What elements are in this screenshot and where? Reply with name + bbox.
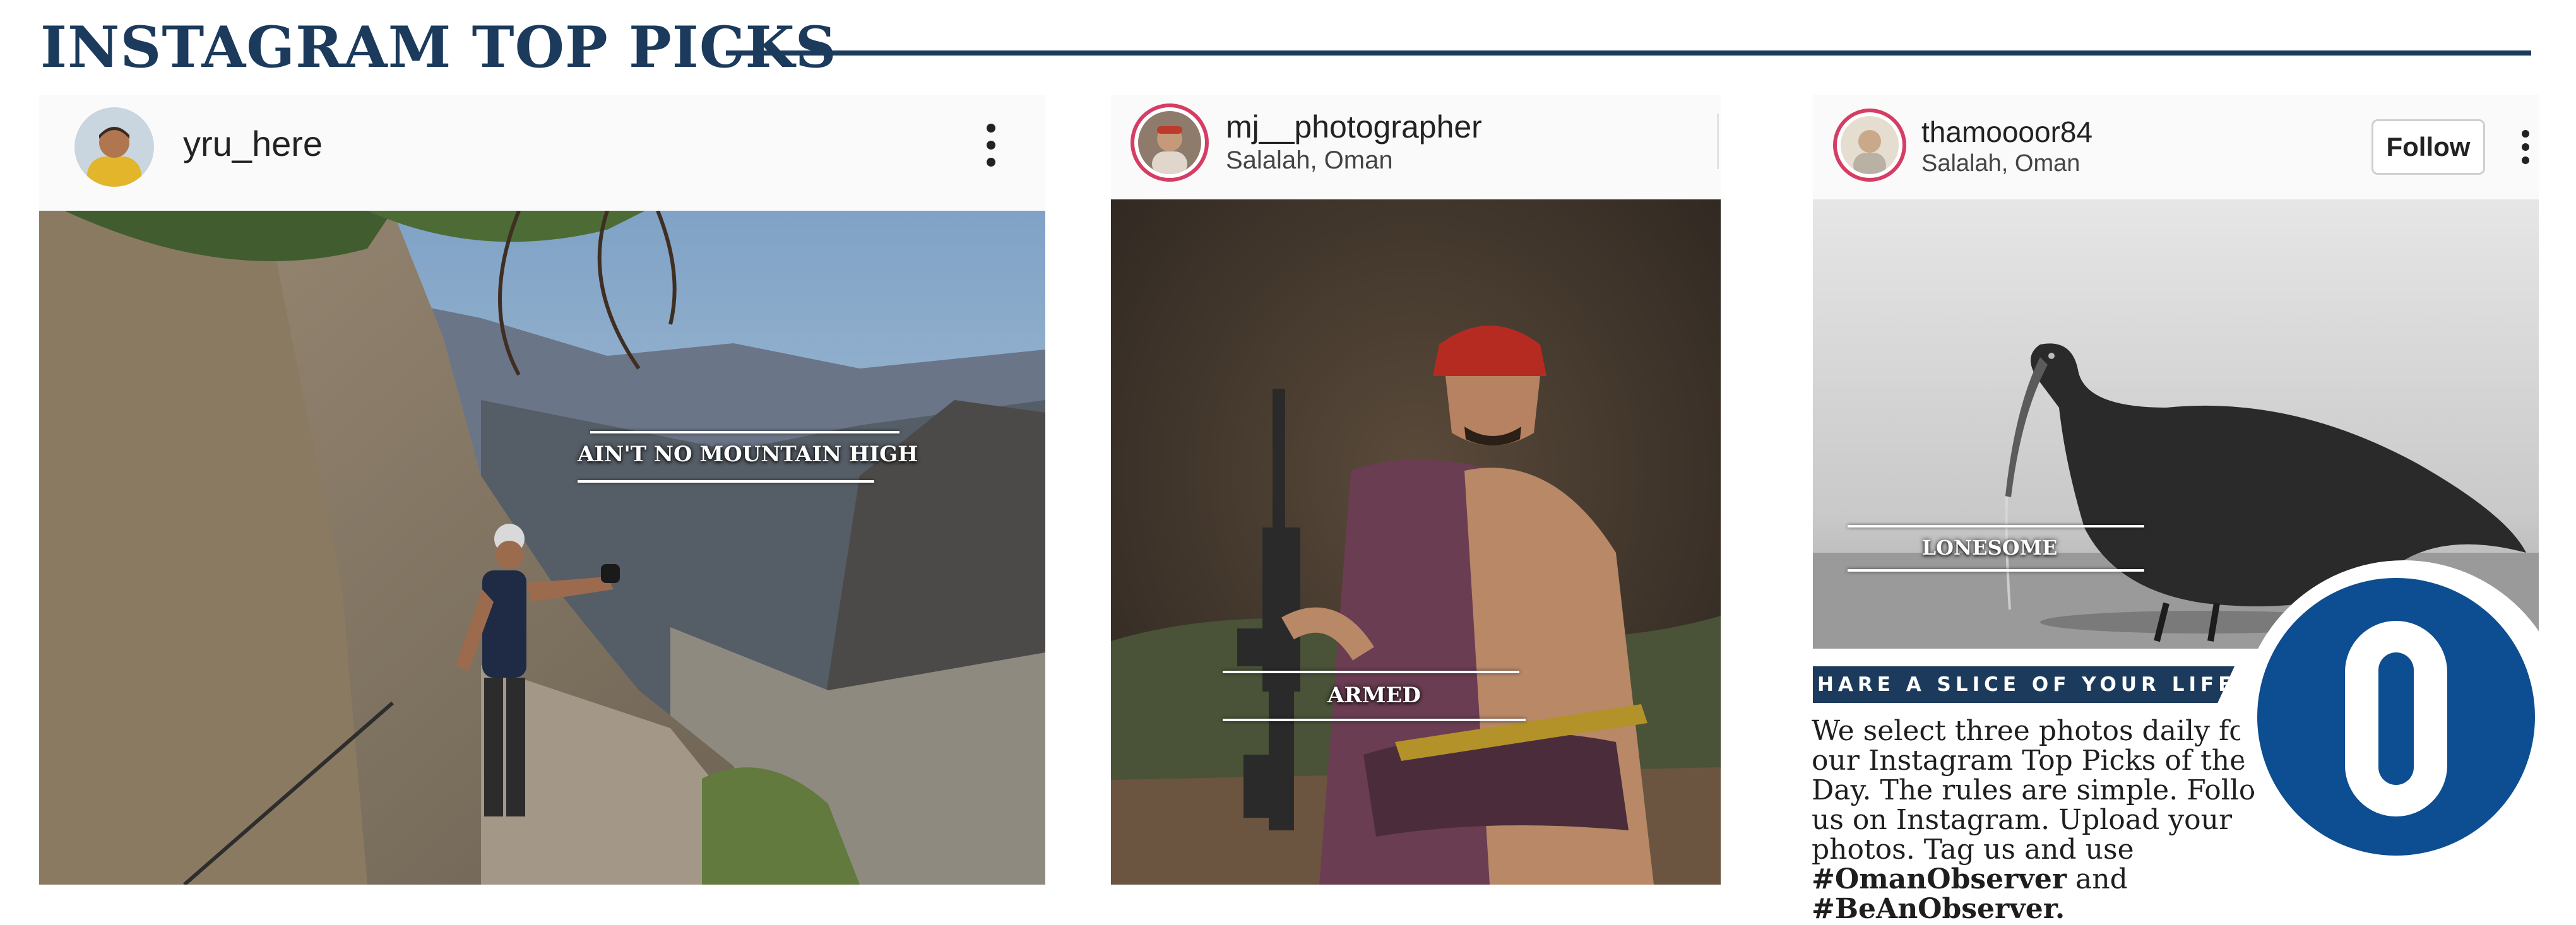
post-1-username[interactable]: yru_here	[183, 126, 323, 162]
caption-rule-bottom	[1848, 569, 2144, 572]
title-rule	[726, 50, 2531, 56]
section-title: INSTAGRAM TOP PICKS	[40, 14, 837, 81]
caption-rule-top	[590, 431, 899, 433]
observer-logo	[2257, 578, 2535, 856]
post-3-more-icon[interactable]	[2520, 130, 2531, 164]
post-3-location[interactable]: Salalah, Oman	[1921, 151, 2080, 175]
post-2-caption: ARMED	[1327, 683, 1421, 708]
post-3-caption: LONESOME	[1921, 536, 2058, 560]
mountain-hiker-image	[39, 211, 1045, 885]
post-1-more-icon[interactable]	[985, 124, 997, 167]
post-2-location[interactable]: Salalah, Oman	[1226, 148, 1393, 173]
promo-text: We select three photos daily for our Ins…	[1812, 716, 2304, 924]
caption-rule-top	[1223, 671, 1519, 673]
post-2-username[interactable]: mj__photographer	[1226, 111, 1482, 143]
post-1-photo	[39, 211, 1045, 885]
hashtag-be-an-observer: #BeAnObserver.	[1812, 893, 2065, 925]
follow-button[interactable]: Follow	[2371, 119, 2485, 175]
post-1-caption: AIN'T NO MOUNTAIN HIGH	[578, 442, 918, 467]
post-2-avatar[interactable]	[1131, 103, 1209, 182]
caption-rule-bottom	[578, 480, 874, 483]
promo-body: We select three photos daily for our Ins…	[1812, 715, 2280, 866]
post-2-header-divider	[1717, 114, 1719, 169]
post-2-photo	[1111, 199, 1721, 885]
post-3-username[interactable]: thamoooor84	[1921, 117, 2092, 146]
post-2-caption-overlay: ARMED	[1223, 671, 1526, 724]
hashtag-oman-observer: #OmanObserver	[1812, 863, 2067, 895]
caption-rule-top	[1848, 525, 2144, 527]
person-avatar-icon	[1841, 116, 1899, 174]
post-1-avatar[interactable]	[74, 107, 154, 187]
person-avatar-icon	[74, 107, 154, 187]
share-banner: SHARE A SLICE OF YOUR LIFE	[1813, 666, 2235, 703]
person-avatar-icon	[1138, 111, 1201, 174]
post-1-caption-overlay: AIN'T NO MOUNTAIN HIGH	[578, 431, 918, 484]
post-3-avatar[interactable]	[1833, 109, 1906, 182]
promo-joiner: and	[2075, 863, 2128, 895]
observer-o-logo-icon	[2257, 578, 2535, 856]
armed-man-portrait-image	[1111, 199, 1721, 885]
post-3-caption-overlay: LONESOME	[1848, 525, 2151, 573]
caption-rule-bottom	[1223, 719, 1526, 721]
